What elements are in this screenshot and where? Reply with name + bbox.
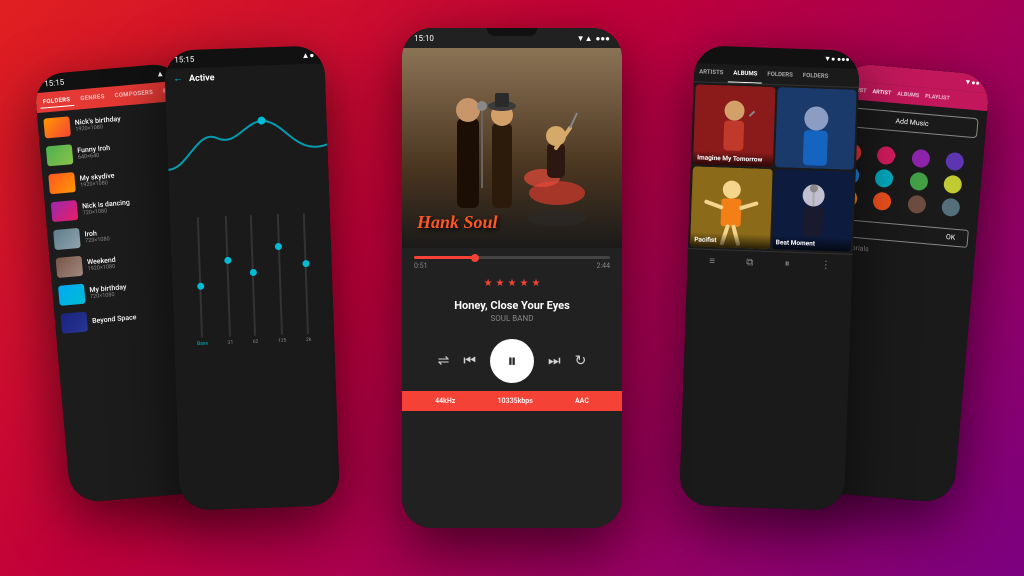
- color-deep-purple[interactable]: [945, 152, 965, 172]
- bitrate: 10335kbps: [498, 397, 533, 405]
- shuffle-button[interactable]: ⇌: [438, 353, 450, 369]
- phone-center: 15:10 ▼▲ ●●●: [402, 28, 622, 528]
- album-art: Hank Soul: [402, 48, 622, 248]
- progress-bar-container[interactable]: 0:51 2:44: [402, 248, 622, 272]
- phone-center-left: 15:15 ▲● ← Active: [164, 45, 340, 510]
- star-3[interactable]: ★: [508, 278, 517, 289]
- tab-artists[interactable]: ARTISTS: [694, 63, 729, 82]
- add-music-button[interactable]: Add Music: [845, 107, 978, 138]
- phones-container: 15:15 ▲ ● FOLDERS GENRES COMPOSERS P Nic…: [32, 18, 992, 558]
- album-grid: Imagine My Tomorrow: [688, 82, 859, 254]
- color-green[interactable]: [909, 172, 929, 192]
- player-time: 15:10: [414, 34, 434, 43]
- color-brown[interactable]: [907, 195, 927, 215]
- progress-thumb[interactable]: [471, 254, 479, 262]
- thumb-weekend: [56, 256, 84, 278]
- track-info: Honey, Close Your Eyes SOUL BAND: [402, 295, 622, 327]
- color-pink[interactable]: [877, 146, 897, 166]
- previous-button[interactable]: ⏮: [463, 353, 476, 369]
- album-item-imagine[interactable]: Imagine My Tomorrow: [693, 84, 775, 167]
- star-4[interactable]: ★: [519, 278, 528, 289]
- album-name-beat: Beat Moment: [776, 238, 848, 248]
- eq-curve-area: [165, 84, 329, 200]
- tab-composers[interactable]: COMPOSERS: [111, 87, 157, 103]
- tab-folders[interactable]: FOLDERS: [39, 94, 74, 109]
- audio-quality: 44kHz: [435, 397, 455, 405]
- thumb-birthday: [43, 116, 71, 138]
- tab-folders2[interactable]: FOLDERS: [798, 67, 834, 86]
- album-name-imagine: Imagine My Tomorrow: [697, 153, 769, 163]
- track-artist: SOUL BAND: [402, 314, 622, 323]
- player-meta: 44kHz 10335kbps AAC: [402, 391, 622, 411]
- color-blue-grey[interactable]: [941, 198, 961, 218]
- status-icons-center: ▼▲ ●●●: [577, 34, 610, 43]
- eq-sliders-area: Bass 31 62: [169, 194, 335, 365]
- thumb-dancing: [51, 200, 79, 222]
- tab-folders-cr[interactable]: FOLDERS: [762, 66, 798, 85]
- star-2[interactable]: ★: [496, 278, 505, 289]
- tab-genres[interactable]: GENRES: [77, 91, 108, 106]
- progress-bar[interactable]: [414, 256, 610, 259]
- thumb-skydive: [48, 172, 76, 194]
- thumb-funny: [46, 144, 74, 166]
- album-item-empty[interactable]: [774, 87, 856, 170]
- notch: [487, 28, 537, 36]
- pause-small-icon[interactable]: ⏸: [784, 259, 789, 270]
- pause-button[interactable]: ⏸: [490, 339, 534, 383]
- star-5[interactable]: ★: [531, 278, 540, 289]
- menu-icon[interactable]: ≡: [709, 256, 715, 267]
- layers-icon[interactable]: ⧉: [746, 257, 754, 268]
- tab-albums[interactable]: ALBUMS: [728, 64, 763, 83]
- album-name-pacifist: Pacifist: [694, 235, 766, 245]
- color-purple[interactable]: [911, 149, 931, 169]
- phone-center-right-screen: ▼● ●●● ARTISTS ALBUMS FOLDERS FOLDERS: [679, 45, 860, 510]
- time-cl: 15:15: [174, 54, 194, 64]
- color-deep-orange[interactable]: [873, 192, 893, 212]
- progress-fill: [414, 256, 473, 259]
- repeat-button[interactable]: ↻: [575, 353, 587, 369]
- progress-times: 0:51 2:44: [414, 262, 610, 270]
- star-1[interactable]: ★: [484, 278, 493, 289]
- phone-center-right: ▼● ●●● ARTISTS ALBUMS FOLDERS FOLDERS: [679, 45, 860, 510]
- time-total: 2:44: [597, 262, 611, 270]
- track-title: Honey, Close Your Eyes: [402, 299, 622, 312]
- tab-albums-right[interactable]: ALBUMS: [894, 89, 923, 101]
- next-button[interactable]: ⏭: [548, 353, 561, 369]
- phone-center-left-screen: 15:15 ▲● ← Active: [164, 45, 340, 510]
- album-art-container: Hank Soul: [402, 48, 622, 248]
- thumb-my-birthday: [58, 284, 86, 306]
- back-icon[interactable]: ←: [173, 73, 183, 84]
- album-art-text: Hank Soul: [417, 212, 498, 233]
- album-item-beat[interactable]: Beat Moment: [772, 169, 854, 252]
- pause-icon: ⏸: [508, 351, 517, 372]
- phone-center-screen: 15:10 ▼▲ ●●●: [402, 28, 622, 528]
- time-current: 0:51: [414, 262, 428, 270]
- tab-artist2[interactable]: ARTIST: [869, 87, 895, 99]
- album-bottom-bar: ≡ ⧉ ⏸ ⋮: [687, 248, 853, 278]
- album-item-pacifist[interactable]: Pacifist: [690, 166, 772, 249]
- time-left: 15:15: [44, 77, 65, 88]
- star-rating[interactable]: ★ ★ ★ ★ ★: [402, 272, 622, 295]
- tab-playlist[interactable]: PLAYLIST: [922, 91, 953, 104]
- dots-icon[interactable]: ⋮: [821, 260, 831, 271]
- format: AAC: [575, 397, 589, 405]
- player-controls: ⇌ ⏮ ⏸ ⏭ ↻: [402, 327, 622, 391]
- eq-title: Active: [189, 73, 215, 84]
- thumb-iroh: [53, 228, 81, 250]
- color-cyan[interactable]: [875, 169, 895, 189]
- color-lime[interactable]: [943, 175, 963, 195]
- thumb-beyond: [60, 312, 88, 334]
